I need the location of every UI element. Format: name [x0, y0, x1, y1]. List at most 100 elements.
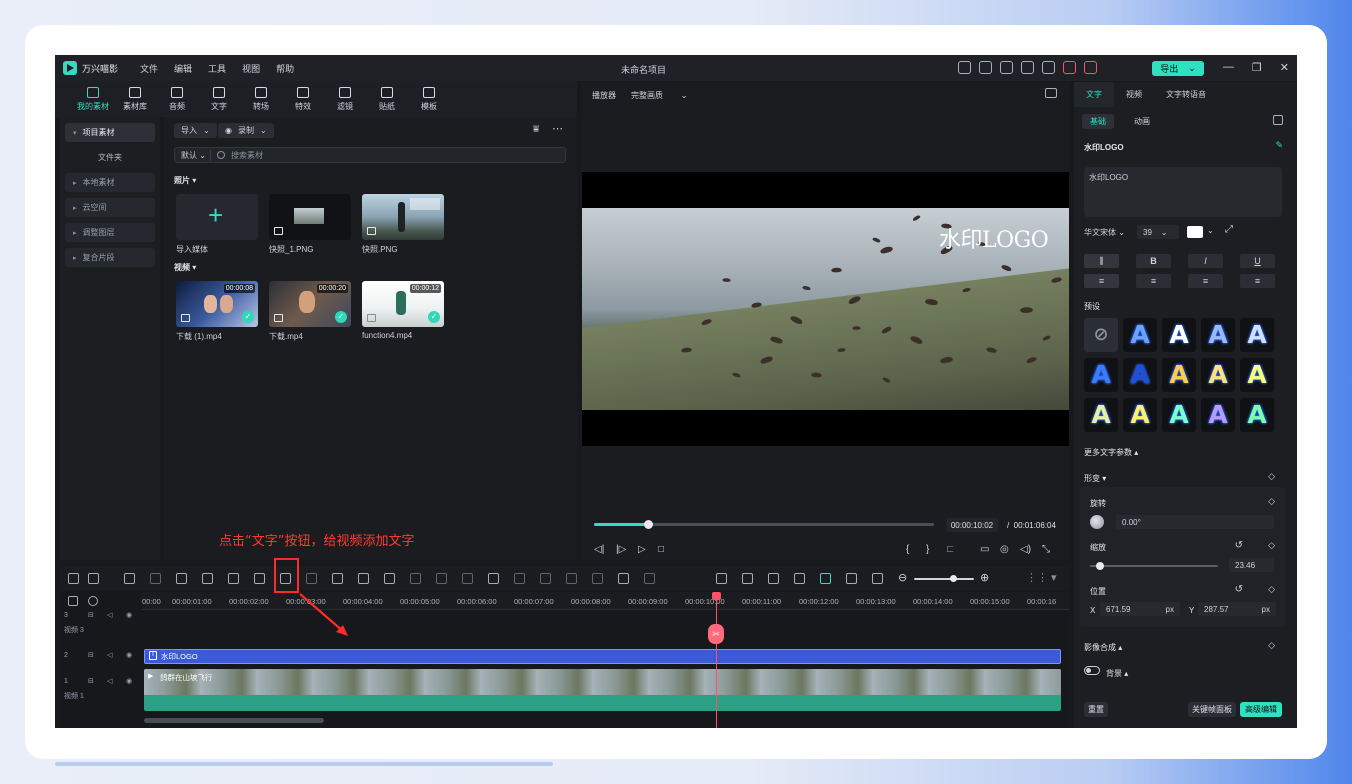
add-track-icon[interactable] [68, 596, 78, 606]
play-icon[interactable]: ▷ [638, 544, 646, 555]
eye-icon[interactable]: ◉ [126, 677, 132, 685]
watermark-text[interactable]: 水印LOGO [939, 222, 1049, 254]
align-center-button[interactable]: ≡ [1136, 274, 1171, 288]
tab-templates[interactable]: 模板 [408, 81, 450, 117]
auto-ripple-icon[interactable] [846, 573, 857, 584]
keyframe-panel-button[interactable]: 关键帧面板 [1188, 702, 1236, 717]
sidebar-item-folder[interactable]: 文件夹 [65, 148, 155, 167]
grid-icon[interactable] [1042, 61, 1055, 74]
undo-icon[interactable] [124, 573, 135, 584]
subtab-basic[interactable]: 基础 [1082, 114, 1114, 129]
keyframe-track-icon[interactable] [592, 573, 603, 584]
split-scissors-icon[interactable]: ✂ [708, 624, 724, 644]
keyframe-icon[interactable]: ◇ [1268, 640, 1275, 651]
marker-icon[interactable] [742, 573, 753, 584]
quality-dropdown[interactable]: 完整画质 ⌄ [631, 90, 687, 101]
tab-video-props[interactable]: 视频 [1114, 82, 1154, 107]
slider-knob[interactable] [1096, 562, 1104, 570]
select-icon[interactable] [88, 573, 99, 584]
preset-text-style[interactable]: A [1123, 318, 1157, 352]
more-params-toggle[interactable]: 更多文字参数 ▴ [1084, 447, 1138, 458]
preset-text-style[interactable]: A [1201, 358, 1235, 392]
render-icon[interactable] [716, 573, 727, 584]
cart-icon[interactable] [1063, 61, 1076, 74]
preset-text-style[interactable]: A [1084, 398, 1118, 432]
photos-section-header[interactable]: 照片 ▾ [174, 175, 196, 186]
preset-text-style[interactable]: A [1162, 318, 1196, 352]
subtab-animation[interactable]: 动画 [1126, 114, 1158, 129]
video-clip[interactable]: ▶ 鸽群在山坡飞行 [144, 669, 1061, 711]
preset-text-style[interactable]: A [1123, 398, 1157, 432]
sidebar-item-cloud[interactable]: ▸ 云空间 [65, 198, 155, 217]
volume-icon[interactable]: ◁) [1020, 544, 1031, 555]
italic-button[interactable]: I [1188, 254, 1223, 268]
delete-icon[interactable] [176, 573, 187, 584]
save-preset-icon[interactable] [1273, 115, 1283, 125]
scissors-icon[interactable] [202, 573, 213, 584]
lock-icon[interactable]: ⊟ [88, 611, 94, 619]
align-left-button[interactable]: ≡ [1084, 274, 1119, 288]
preset-none-icon[interactable]: ⊘ [1084, 318, 1118, 352]
stabilize-icon[interactable] [410, 573, 421, 584]
lock-icon[interactable]: ⊟ [88, 677, 94, 685]
playhead-handle[interactable] [712, 592, 721, 600]
media-thumb-video-2[interactable]: 00:00:20 ✓ [269, 281, 351, 327]
more-icon[interactable]: ⋯ [552, 122, 563, 135]
tab-my-media[interactable]: 我的素材 [72, 81, 114, 117]
eye-icon[interactable]: ◉ [126, 611, 132, 619]
font-dropdown[interactable]: 华文宋体 ⌄ [1084, 225, 1132, 239]
text-color-swatch[interactable] [1187, 226, 1203, 238]
scale-input[interactable]: 23.46 [1229, 558, 1274, 572]
menu-view[interactable]: 视图 [242, 62, 260, 75]
restore-icon[interactable]: ❐ [1252, 61, 1262, 74]
slider-knob[interactable] [950, 575, 957, 582]
zoom-out-icon[interactable]: ⊖ [898, 571, 907, 584]
playback-progress[interactable] [594, 520, 934, 529]
mute-icon[interactable]: ◁ [107, 611, 112, 619]
preset-text-style[interactable]: A [1240, 358, 1274, 392]
voiceover-icon[interactable] [794, 573, 805, 584]
fullscreen-icon[interactable]: ⤡ [1042, 544, 1050, 555]
font-size-dropdown[interactable]: 39 ⌄ [1137, 225, 1179, 239]
videos-section-header[interactable]: 视频 ▾ [174, 262, 196, 273]
pos-x-input[interactable]: 671.59 px [1100, 602, 1180, 616]
next-frame-icon[interactable]: |▷ [616, 544, 626, 555]
ai-edit-icon[interactable]: ✎ [1275, 140, 1283, 151]
align-justify-button[interactable]: ≡ [1240, 274, 1275, 288]
preset-text-style[interactable]: A [1201, 398, 1235, 432]
replace-icon[interactable] [358, 573, 369, 584]
gift-icon[interactable] [1084, 61, 1097, 74]
tab-text[interactable]: 文字 [198, 81, 240, 117]
preset-text-style[interactable]: A [1240, 398, 1274, 432]
rotate-dial[interactable] [1090, 515, 1104, 529]
pos-y-input[interactable]: 287.57 px [1198, 602, 1276, 616]
import-media-tile[interactable]: + [176, 194, 258, 240]
export-button[interactable]: 导出 ⌄ [1152, 61, 1204, 76]
eyedropper-icon[interactable]: ⤢ [1225, 224, 1233, 235]
mark-in-icon[interactable]: { [906, 544, 909, 555]
media-thumb-video-3[interactable]: 00:00:12 ✓ [362, 281, 444, 327]
scale-slider[interactable] [1090, 562, 1218, 570]
current-time[interactable]: 00:00:10:02 [946, 518, 998, 532]
filter-icon[interactable]: ⩸ [533, 124, 539, 135]
keyframe-icon[interactable]: ◇ [1268, 471, 1275, 482]
advanced-edit-button[interactable]: 高级编辑 [1240, 702, 1282, 717]
preset-text-style[interactable]: A [1162, 398, 1196, 432]
pip-icon[interactable] [618, 573, 629, 584]
menu-file[interactable]: 文件 [140, 62, 158, 75]
sidebar-item-local[interactable]: ▸ 本地素材 [65, 173, 155, 192]
underline-button[interactable]: U [1240, 254, 1275, 268]
rotate-input[interactable]: 0.00° [1116, 515, 1274, 529]
menu-help[interactable]: 帮助 [276, 62, 294, 75]
lock-icon[interactable]: ⊟ [88, 651, 94, 659]
bold-button[interactable]: B [1136, 254, 1171, 268]
search-input[interactable]: 搜索素材 [231, 150, 263, 161]
media-thumb-video-1[interactable]: 00:00:08 ✓ [176, 281, 258, 327]
reset-button[interactable]: 重置 [1084, 702, 1108, 717]
cloud-icon[interactable] [1000, 61, 1013, 74]
stop-icon[interactable]: □ [658, 544, 664, 555]
background-toggle[interactable] [1084, 666, 1100, 675]
group-icon[interactable] [644, 573, 655, 584]
sidebar-item-project-media[interactable]: ▾ 项目素材 [65, 123, 155, 142]
timeline-scrollbar[interactable] [144, 718, 324, 723]
